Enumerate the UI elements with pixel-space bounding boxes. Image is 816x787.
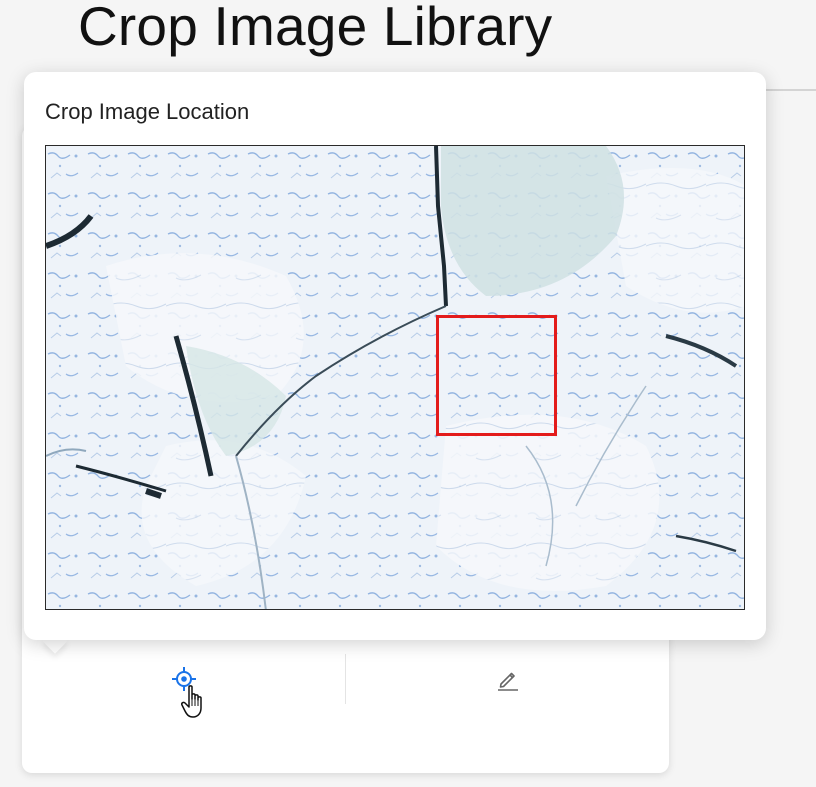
- card-actions: [22, 654, 669, 704]
- title-divider: [760, 89, 816, 91]
- edit-button[interactable]: [345, 654, 669, 704]
- satellite-image: [45, 145, 745, 610]
- popover-title: Crop Image Location: [45, 99, 250, 124]
- page-title: Crop Image Library: [78, 0, 553, 57]
- sea-ice-image: [46, 146, 744, 609]
- pencil-icon: [497, 672, 518, 691]
- crop-region-box: [436, 315, 557, 436]
- hand-cursor-icon: [181, 685, 202, 718]
